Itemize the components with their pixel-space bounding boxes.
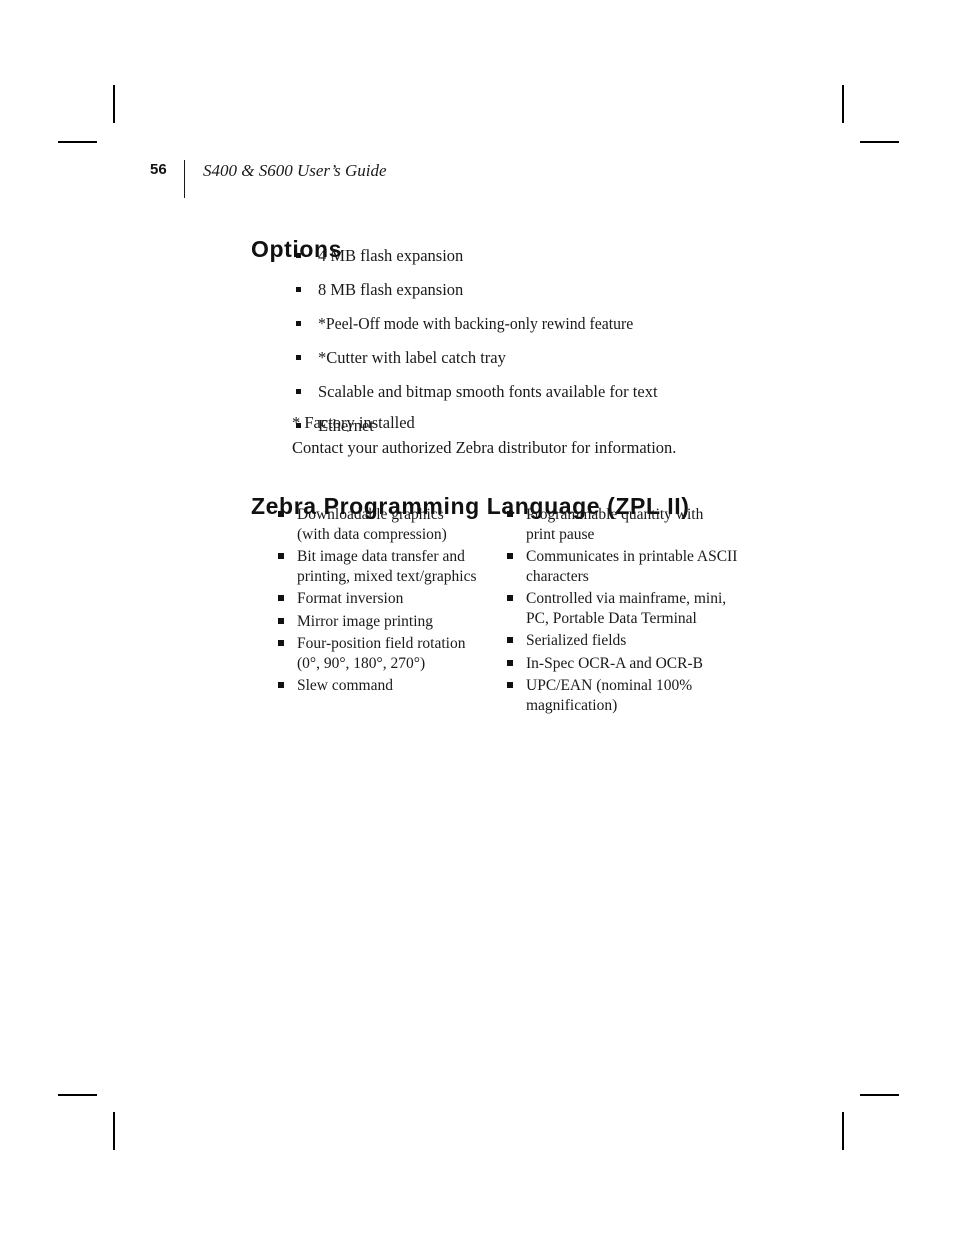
square-bullet-icon bbox=[507, 637, 513, 643]
square-bullet-icon bbox=[278, 553, 284, 559]
footnote-factory-installed: * Factory installed bbox=[292, 413, 415, 432]
document-page: 56 S400 & S600 User’s Guide Options 4 MB… bbox=[0, 0, 954, 1235]
square-bullet-icon bbox=[296, 253, 301, 258]
list-item-label: Mirror image printing bbox=[297, 612, 434, 630]
list-item-label: Bit image data transfer and bbox=[297, 548, 465, 565]
list-item-label: Four-position field rotation bbox=[297, 635, 466, 652]
options-list: 4 MB flash expansion 8 MB flash expansio… bbox=[296, 246, 816, 436]
list-item-label: Serialized fields bbox=[526, 632, 627, 649]
list-item: Controlled via mainframe, mini, PC, Port… bbox=[507, 589, 748, 628]
list-item-label-line2: characters bbox=[526, 567, 589, 585]
list-item: Downloadable graphics (with data compres… bbox=[278, 505, 507, 544]
list-item: Scalable and bitmap smooth fonts availab… bbox=[296, 382, 816, 402]
square-bullet-icon bbox=[507, 511, 513, 517]
zpl-left-column: Downloadable graphics (with data compres… bbox=[278, 505, 507, 696]
list-item: *Peel-Off mode with backing-only rewind … bbox=[296, 314, 816, 334]
list-item-label-line2: (0°, 90°, 180°, 270°) bbox=[297, 654, 426, 672]
list-item: In-Spec OCR-A and OCR-B bbox=[507, 654, 748, 674]
list-item: 4 MB flash expansion bbox=[296, 246, 816, 266]
list-item: 8 MB flash expansion bbox=[296, 280, 816, 300]
square-bullet-icon bbox=[507, 682, 513, 688]
square-bullet-icon bbox=[278, 511, 284, 517]
list-item-label: Scalable and bitmap smooth fonts availab… bbox=[318, 382, 658, 401]
list-item-label-line2: (with data compression) bbox=[297, 525, 447, 543]
list-item-label: Communicates in printable ASCII bbox=[526, 548, 738, 565]
list-item-label: *Cutter with label catch tray bbox=[318, 348, 506, 367]
crop-mark-top-left-vertical bbox=[113, 85, 115, 123]
list-item-label: Slew command bbox=[297, 677, 393, 694]
list-item: Mirror image printing bbox=[278, 612, 507, 632]
running-header: 56 S400 & S600 User’s Guide bbox=[150, 160, 387, 200]
list-item: Programmable quantity with print pause bbox=[507, 505, 748, 544]
crop-mark-top-right-vertical bbox=[842, 85, 844, 123]
list-item-label-line2: printing, mixed text/graphics bbox=[297, 567, 477, 585]
square-bullet-icon bbox=[296, 355, 301, 360]
list-item-label: Controlled via mainframe, mini, bbox=[526, 590, 727, 607]
list-item-label-line2: PC, Portable Data Terminal bbox=[526, 609, 697, 627]
square-bullet-icon bbox=[507, 659, 513, 666]
crop-mark-top-right-horizontal bbox=[860, 141, 899, 143]
list-item-label: 8 MB flash expansion bbox=[318, 280, 464, 299]
list-item: Four-position field rotation (0°, 90°, 1… bbox=[278, 634, 507, 673]
square-bullet-icon bbox=[278, 595, 284, 601]
square-bullet-icon bbox=[278, 682, 284, 688]
square-bullet-icon bbox=[296, 287, 301, 292]
square-bullet-icon bbox=[296, 321, 301, 326]
list-item: Format inversion bbox=[278, 589, 507, 609]
square-bullet-icon bbox=[296, 389, 301, 394]
crop-mark-bottom-right-vertical bbox=[842, 1112, 844, 1150]
list-item-label: 4 MB flash expansion bbox=[318, 246, 464, 265]
page-number: 56 bbox=[150, 161, 167, 178]
document-title: S400 & S600 User’s Guide bbox=[203, 161, 387, 180]
crop-mark-top-left-horizontal bbox=[58, 141, 97, 143]
crop-mark-bottom-left-vertical bbox=[113, 1112, 115, 1150]
list-item: Serialized fields bbox=[507, 631, 748, 651]
contact-distributor-text: Contact your authorized Zebra distributo… bbox=[292, 438, 677, 457]
square-bullet-icon bbox=[507, 553, 513, 559]
list-item-label: Format inversion bbox=[297, 590, 404, 607]
options-notes: * Factory installed Contact your authori… bbox=[292, 413, 812, 458]
header-divider-rule bbox=[184, 160, 185, 198]
square-bullet-icon bbox=[278, 617, 284, 624]
square-bullet-icon bbox=[507, 595, 513, 601]
list-item: Bit image data transfer and printing, mi… bbox=[278, 547, 507, 586]
zpl-feature-columns: Downloadable graphics (with data compres… bbox=[278, 505, 748, 715]
list-item: Slew command bbox=[278, 676, 507, 696]
list-item: UPC/EAN (nominal 100% magnification) bbox=[507, 676, 748, 715]
square-bullet-icon bbox=[278, 640, 284, 646]
list-item-label: Programmable quantity with bbox=[526, 506, 704, 523]
list-item-label-line2: print pause bbox=[526, 525, 595, 543]
list-item: *Cutter with label catch tray bbox=[296, 348, 816, 368]
list-item-label: Downloadable graphics bbox=[297, 506, 444, 523]
list-item-label: UPC/EAN (nominal 100% bbox=[526, 677, 693, 694]
list-item: Communicates in printable ASCII characte… bbox=[507, 547, 748, 586]
list-item-label: *Peel-Off mode with backing-only rewind … bbox=[318, 314, 634, 333]
list-item-label: In-Spec OCR-A and OCR-B bbox=[526, 654, 703, 672]
crop-mark-bottom-right-horizontal bbox=[860, 1094, 899, 1096]
zpl-right-column: Programmable quantity with print pause C… bbox=[507, 505, 748, 715]
list-item-label-line2: magnification) bbox=[526, 696, 618, 714]
crop-mark-bottom-left-horizontal bbox=[58, 1094, 97, 1096]
